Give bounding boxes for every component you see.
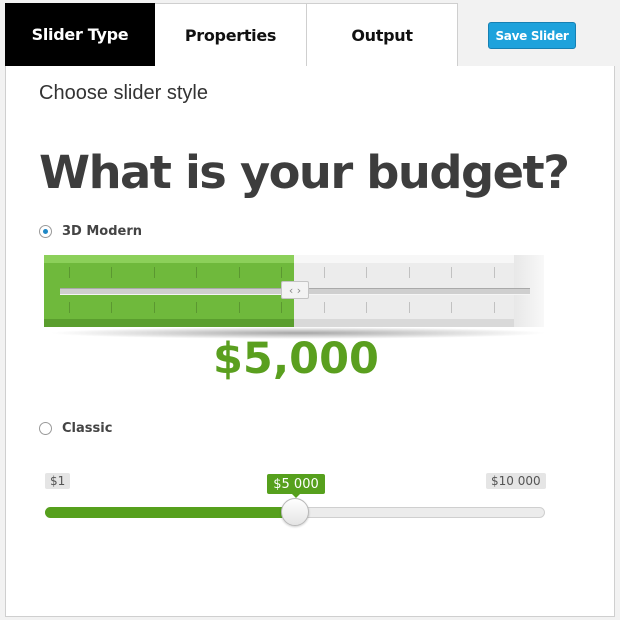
slider-3d-tick [69, 267, 70, 278]
slider-3d-tick [281, 267, 282, 278]
slider-3d-tick [111, 267, 112, 278]
section-subtitle: Choose slider style [39, 82, 208, 104]
slider-3d-tick [451, 302, 452, 313]
slider-3d-tick [494, 302, 495, 313]
slider-3d-tick [324, 267, 325, 278]
slider-3d-tick [196, 267, 197, 278]
slider-3d-tick [239, 267, 240, 278]
classic-min-label: $1 [45, 473, 71, 489]
classic-value-label: $5 000 [267, 474, 325, 498]
slider-3d-tick [239, 302, 240, 313]
slider-3d-tick [451, 267, 452, 278]
radio-3d-modern[interactable] [39, 225, 52, 238]
tab-properties[interactable]: Properties [155, 3, 307, 66]
slider-3d-tick [366, 267, 367, 278]
classic-max-label: $10 000 [486, 473, 546, 489]
save-slider-button[interactable]: Save Slider [488, 22, 576, 49]
slider-3d-tick [409, 267, 410, 278]
tab-output[interactable]: Output [307, 3, 458, 66]
classic-slider-fill [45, 507, 297, 518]
slider-3d-tick [494, 267, 495, 278]
radio-classic[interactable] [39, 422, 52, 435]
slider-3d-handle[interactable]: ‹ › [281, 281, 309, 299]
slider-3d-tick [69, 302, 70, 313]
slider-3d-tick [409, 302, 410, 313]
tab-slider-type[interactable]: Slider Type [5, 3, 155, 66]
slider-3d-tick [111, 302, 112, 313]
slider-3d-value: $5,000 [213, 334, 379, 384]
radio-label-classic: Classic [62, 421, 113, 436]
slider-3d-modern[interactable]: ‹ › [44, 255, 548, 339]
slider-3d-tick [154, 267, 155, 278]
preview-headline: What is your budget? [39, 146, 570, 199]
radio-label-3d-modern: 3D Modern [62, 224, 143, 239]
slider-3d-tick [281, 302, 282, 313]
chevrons-left-right-icon: ‹ › [288, 283, 302, 297]
slider-3d-tick [154, 302, 155, 313]
slider-3d-tick [196, 302, 197, 313]
classic-slider-knob[interactable] [281, 498, 309, 526]
main-panel: Choose slider style What is your budget?… [5, 66, 615, 617]
slider-3d-tick [324, 302, 325, 313]
slider-3d-tick [366, 302, 367, 313]
